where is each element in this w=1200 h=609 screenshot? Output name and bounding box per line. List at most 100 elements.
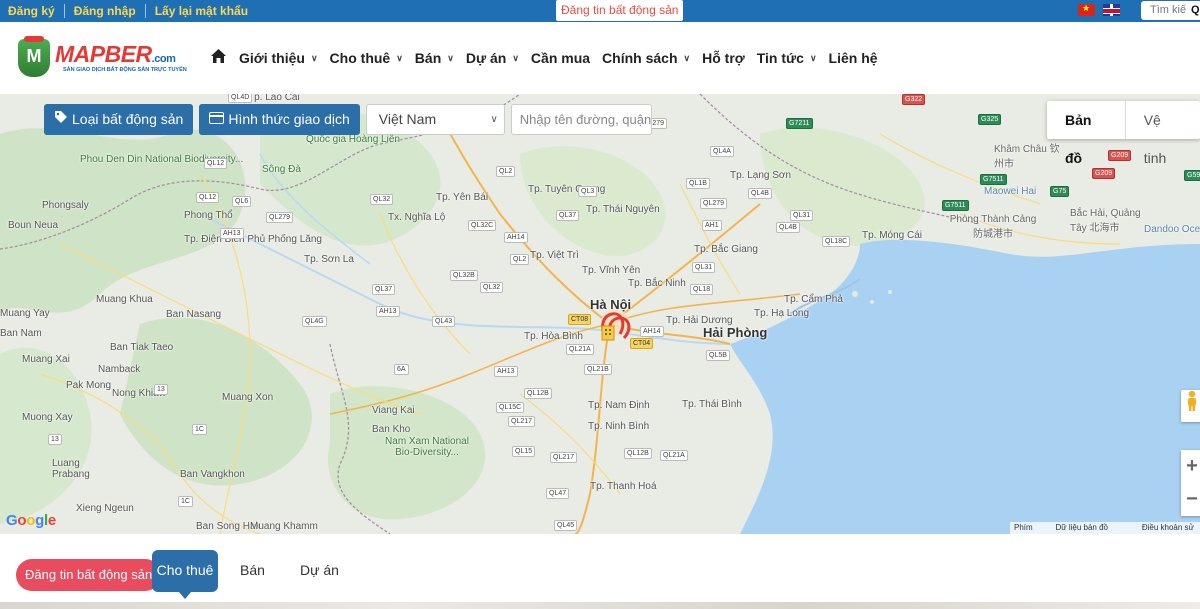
map-label: Nam Xam National Bio-Diversity... [385,436,469,458]
logo-slogan: SÀN GIAO DỊCH BẤT ĐỘNG SẢN TRỰC TUYẾN [63,67,187,73]
register-link[interactable]: Đăng ký [8,4,55,18]
road-shield: QL3 [578,186,598,197]
road-shield: G209 [1092,168,1116,179]
keyboard-shortcuts-link[interactable]: Phím tắt [1014,522,1041,534]
map-label: Tp. Thanh Hoá [590,481,657,492]
map-label: Maowei Hai [984,186,1037,197]
map-label: Tp. Sơn La [304,254,354,265]
map-label: Pak Mong [66,380,112,391]
map-label: Muang Xon [222,392,274,403]
logo-name-text: MAPBER [55,41,152,67]
nav-item-cho-thue[interactable]: Cho thuê ∨ [330,50,403,66]
map-label: Tp. Vĩnh Yên [582,265,641,276]
logo[interactable]: M MAPBER.com SÀN GIAO DỊCH BẤT ĐỘNG SẢN … [18,36,187,79]
transaction-type-button[interactable]: Hình thức giao dịch [199,104,360,135]
map-label: Muang Khamm [250,521,318,532]
chevron-down-icon: ∨ [447,52,454,63]
country-select[interactable]: Việt Nam ∨ [365,104,505,135]
map-label: Muong Xay [22,412,73,423]
map-label: Ban Tiak Taeo [110,342,174,353]
forgot-password-link[interactable]: Lấy lại mật khẩu [155,4,248,18]
chevron-down-icon: ∨ [683,52,691,63]
map-label: Phongsaly [42,200,89,211]
address-search-input[interactable]: Nhập tên đường, quận h [510,104,652,135]
road-shield: QL217 [508,416,536,427]
map-label: Tp. Thái Nguyên [586,204,660,215]
main-nav: Giới thiệu ∨ Cho thuê ∨ Bán ∨ Dự án ∨ Cần mu… [210,22,890,94]
road-shield: CT08 [568,314,592,325]
road-shield: QL32 [370,194,394,205]
road-shield: AH13 [494,366,518,377]
tag-icon [54,104,68,135]
home-icon[interactable] [210,48,227,69]
road-shield: QL2 [510,254,530,265]
zoom-out-button[interactable]: − [1181,483,1200,516]
map-label: Tp. Hòa Bình [524,331,583,342]
terms-link[interactable]: Điều khoản sử d [1142,522,1196,534]
road-shield: QL12 [204,158,228,169]
road-shield: QL47 [546,488,570,499]
nav-item-ban[interactable]: Bán ∨ [415,50,454,66]
vietnam-flag-icon[interactable] [1078,3,1095,16]
nav-label: Chính sách [602,50,678,66]
chevron-down-icon: ∨ [490,114,498,125]
nav-item-ho-tro[interactable]: Hỗ trợ [702,50,745,66]
map-data-text: Dữ liệu bản đồ ©2021 [1055,523,1108,532]
road-shield: 6A [394,364,409,375]
nav-item-lien-he[interactable]: Liên hệ [829,50,878,66]
road-shield: G325 [978,114,1002,125]
road-shield: QL21B [584,364,612,375]
nav-item-tin-tuc[interactable]: Tin tức ∨ [757,50,817,66]
transaction-type-label: Hình thức giao dịch [228,111,350,127]
nav-label: Giới thiệu [239,50,305,66]
nav-item-gioi-thieu[interactable]: Giới thiệu ∨ [239,50,318,66]
language-switcher [1078,3,1120,16]
road-shield: G7211 [786,118,813,129]
property-type-button[interactable]: Loại bất động sản [44,104,194,135]
road-shield: QL1B [686,178,710,189]
nav-item-can-mua[interactable]: Cần mua [531,50,590,66]
map-filters: Loại bất động sản Hình thức giao dịch Vi… [44,104,652,135]
search-icon[interactable]: Q [1191,1,1200,20]
nav-label: Hỗ trợ [702,50,745,66]
street-view-pegman-icon[interactable] [1181,390,1200,422]
zoom-in-button[interactable]: + [1181,450,1200,483]
site-header: M MAPBER.com SÀN GIAO DỊCH BẤT ĐỘNG SẢN … [0,22,1200,94]
tab-cho-thue[interactable]: Cho thuê [152,550,218,599]
map-canvas[interactable]: Phou Den Din National Biodiversity... Qu… [0,94,1200,534]
map-label: Tp. Yên Bái [436,192,489,203]
map-label: Tp. Hạ Long [754,308,810,319]
road-shield: QL4G [302,316,327,327]
road-shield: QL43 [432,316,456,327]
road-shield: QL279 [700,198,728,209]
tab-ban[interactable]: Bán [240,550,265,590]
tab-du-an[interactable]: Dự án [300,550,339,590]
map-label: Namback [98,364,141,375]
map-label: Dandoo Ocean [1144,224,1200,235]
road-shield: AH13 [220,228,244,239]
map-type-satellite-button[interactable]: Vệ tinh [1126,101,1200,166]
listing-marker-icon[interactable] [596,308,636,346]
road-shield: QL12B [624,448,652,459]
map-label: Tp. Nam Định [588,400,650,411]
nav-item-du-an[interactable]: Dự án ∨ [466,50,519,66]
road-shield: QL4A [710,146,734,157]
map-label: Tp. Bắc Ninh [628,278,686,289]
map-label: Phống Lăng [268,234,322,245]
google-logo: Google [6,512,56,529]
map-label: Boun Neua [8,220,59,231]
login-link[interactable]: Đăng nhập [74,4,136,18]
road-shield: QL217 [550,452,578,463]
post-listing-button[interactable]: Đăng tin bất động sản [16,559,162,591]
road-shield: QL21A [566,344,594,355]
uk-flag-icon[interactable] [1103,4,1120,16]
account-links: Đăng ký Đăng nhập Lấy lại mật khẩu [8,0,248,22]
logo-mark: M [18,36,50,77]
map-label: Xieng Ngeun [76,503,134,514]
road-shield: QL4B [776,222,800,233]
map-type-roadmap-button[interactable]: Bản đồ [1047,101,1126,166]
property-type-label: Loại bất động sản [72,111,184,127]
nav-item-chinh-sach[interactable]: Chính sách ∨ [602,50,690,66]
search-input[interactable]: Tìm kiế Q [1141,1,1200,20]
post-listing-top-button[interactable]: Đăng tin bất động sản [556,0,684,21]
